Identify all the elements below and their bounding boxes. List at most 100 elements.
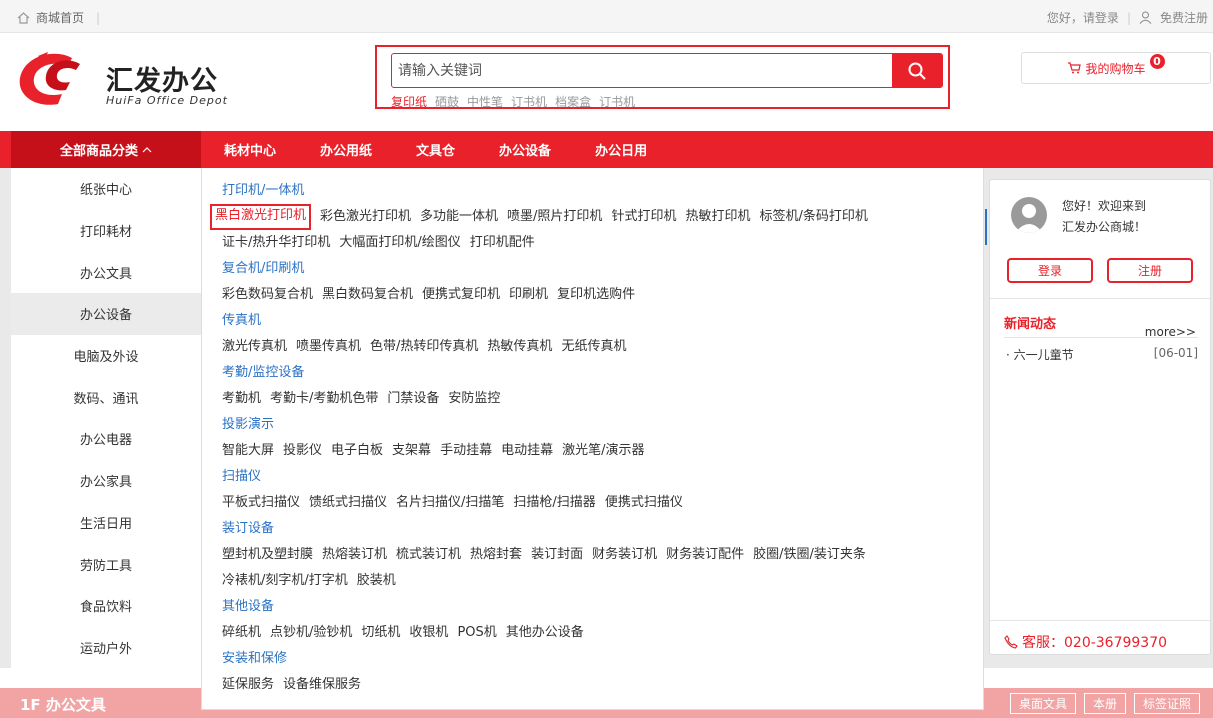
dropdown-item[interactable]: 便携式复印机 xyxy=(422,286,500,312)
sidebar-category-item[interactable]: 纸张中心 xyxy=(11,168,201,210)
dropdown-item[interactable]: 胶圈/铁圈/装订夹条 xyxy=(753,546,866,572)
dropdown-group-title[interactable]: 复合机/印刷机 xyxy=(222,260,983,286)
dropdown-item[interactable]: 财务装订机 xyxy=(592,546,657,572)
nav-link[interactable]: 办公设备 xyxy=(477,140,573,159)
sidebar-category-item[interactable]: 办公电器 xyxy=(11,418,201,460)
dropdown-group-title[interactable]: 投影演示 xyxy=(222,416,983,442)
hot-keyword[interactable]: 中性笔 xyxy=(467,93,503,110)
dropdown-item[interactable]: 安防监控 xyxy=(448,390,500,416)
dropdown-item[interactable]: 复印机选购件 xyxy=(557,286,635,312)
sidebar-category-item[interactable]: 劳防工具 xyxy=(11,543,201,585)
dropdown-item[interactable]: 名片扫描仪/扫描笔 xyxy=(396,494,504,520)
nav-link[interactable]: 办公用纸 xyxy=(298,140,394,159)
dropdown-item[interactable]: 其他办公设备 xyxy=(506,624,584,650)
dropdown-item[interactable]: 标签机/条码打印机 xyxy=(759,208,867,234)
dropdown-item[interactable]: 热熔装订机 xyxy=(322,546,387,572)
dropdown-item[interactable]: 电动挂幕 xyxy=(501,442,553,468)
dropdown-group-title[interactable]: 考勤/监控设备 xyxy=(222,364,983,390)
dropdown-item[interactable]: 塑封机及塑封膜 xyxy=(222,546,313,572)
sidebar-category-item[interactable]: 办公设备 xyxy=(11,293,201,335)
news-item[interactable]: · 六一儿童节 [06-01] xyxy=(1006,346,1198,363)
dropdown-item[interactable]: 彩色数码复合机 xyxy=(222,286,313,312)
dropdown-item[interactable]: 扫描枪/扫描器 xyxy=(513,494,595,520)
dropdown-item[interactable]: 热敏打印机 xyxy=(685,208,750,234)
dropdown-item[interactable]: 胶装机 xyxy=(357,572,396,598)
dropdown-item[interactable]: 便携式扫描仪 xyxy=(605,494,683,520)
dropdown-item[interactable]: 梳式装订机 xyxy=(396,546,461,572)
dropdown-item[interactable]: 设备维保服务 xyxy=(283,676,361,702)
dropdown-item[interactable]: 印刷机 xyxy=(509,286,548,312)
home-link[interactable]: 商城首页 | xyxy=(17,9,100,26)
hot-keyword[interactable]: 档案盒 xyxy=(555,93,591,110)
sidebar-category-item[interactable]: 办公文具 xyxy=(11,251,201,293)
dropdown-item[interactable]: 证卡/热升华打印机 xyxy=(222,234,330,260)
dropdown-item[interactable]: 大幅面打印机/绘图仪 xyxy=(339,234,460,260)
home-link-label[interactable]: 商城首页 xyxy=(36,9,84,26)
dropdown-item[interactable]: 针式打印机 xyxy=(611,208,676,234)
dropdown-item[interactable]: 多功能一体机 xyxy=(420,208,498,234)
dropdown-item[interactable]: 手动挂幕 xyxy=(440,442,492,468)
floor-tab[interactable]: 标签证照 xyxy=(1133,693,1200,714)
dropdown-item[interactable]: 碎纸机 xyxy=(222,624,261,650)
dropdown-item[interactable]: 冷裱机/刻字机/打字机 xyxy=(222,572,348,598)
dropdown-item[interactable]: 无纸传真机 xyxy=(561,338,626,364)
cart-button[interactable]: 我的购物车 0 xyxy=(1021,52,1211,84)
dropdown-item[interactable]: 切纸机 xyxy=(361,624,400,650)
dropdown-item[interactable]: 喷墨/照片打印机 xyxy=(507,208,602,234)
register-button[interactable]: 注册 xyxy=(1107,258,1193,283)
dropdown-item[interactable]: POS机 xyxy=(457,624,496,650)
sidebar-category-item[interactable]: 电脑及外设 xyxy=(11,335,201,377)
sidebar-category-item[interactable]: 数码、通讯 xyxy=(11,376,201,418)
dropdown-item[interactable]: 平板式扫描仪 xyxy=(222,494,300,520)
nav-link[interactable]: 文具仓 xyxy=(394,140,477,159)
dropdown-item[interactable]: 黑白激光打印机 xyxy=(210,204,312,230)
search-button[interactable] xyxy=(892,53,942,88)
dropdown-item[interactable]: 点钞机/验钞机 xyxy=(270,624,352,650)
hot-keyword[interactable]: 订书机 xyxy=(599,93,635,110)
dropdown-group-title[interactable]: 其他设备 xyxy=(222,598,983,624)
dropdown-item[interactable]: 考勤卡/考勤机色带 xyxy=(270,390,378,416)
sidebar-category-item[interactable]: 食品饮料 xyxy=(11,585,201,627)
dropdown-item[interactable]: 打印机配件 xyxy=(470,234,535,260)
dropdown-group-title[interactable]: 打印机/一体机 xyxy=(222,182,983,208)
dropdown-item[interactable]: 收银机 xyxy=(409,624,448,650)
dropdown-item[interactable]: 热敏传真机 xyxy=(487,338,552,364)
dropdown-group-title[interactable]: 扫描仪 xyxy=(222,468,983,494)
sidebar-category-item[interactable]: 打印耗材 xyxy=(11,210,201,252)
sidebar-category-item[interactable]: 办公家具 xyxy=(11,460,201,502)
login-link[interactable]: 请登录 xyxy=(1083,11,1119,25)
dropdown-item[interactable]: 激光传真机 xyxy=(222,338,287,364)
sidebar-category-item[interactable]: 运动户外 xyxy=(11,627,201,669)
nav-link[interactable]: 办公日用 xyxy=(573,140,669,159)
search-input[interactable] xyxy=(392,54,890,87)
dropdown-item[interactable]: 智能大屏 xyxy=(222,442,274,468)
dropdown-group-title[interactable]: 装订设备 xyxy=(222,520,983,546)
site-logo[interactable]: 汇发办公 HuiFa Office Depot xyxy=(14,50,234,112)
dropdown-item[interactable]: 激光笔/演示器 xyxy=(562,442,644,468)
dropdown-group-title[interactable]: 传真机 xyxy=(222,312,983,338)
dropdown-item[interactable]: 馈纸式扫描仪 xyxy=(309,494,387,520)
dropdown-item[interactable]: 装订封面 xyxy=(531,546,583,572)
dropdown-item[interactable]: 电子白板 xyxy=(331,442,383,468)
floor-tab[interactable]: 本册 xyxy=(1083,693,1126,714)
hot-keyword[interactable]: 硒鼓 xyxy=(435,93,459,110)
hot-keyword[interactable]: 复印纸 xyxy=(391,93,427,110)
all-categories-button[interactable]: 全部商品分类 xyxy=(11,131,201,168)
dropdown-item[interactable]: 黑白数码复合机 xyxy=(322,286,413,312)
dropdown-item[interactable]: 热熔封套 xyxy=(470,546,522,572)
dropdown-item[interactable]: 投影仪 xyxy=(283,442,322,468)
dropdown-item[interactable]: 色带/热转印传真机 xyxy=(370,338,478,364)
hot-keyword[interactable]: 订书机 xyxy=(511,93,547,110)
register-link[interactable]: 免费注册 xyxy=(1160,9,1208,26)
dropdown-item[interactable]: 财务装订配件 xyxy=(666,546,744,572)
nav-link[interactable]: 耗材中心 xyxy=(202,140,298,159)
dropdown-item[interactable]: 喷墨传真机 xyxy=(296,338,361,364)
dropdown-item[interactable]: 延保服务 xyxy=(222,676,274,702)
dropdown-group-title[interactable]: 安装和保修 xyxy=(222,650,983,676)
dropdown-item[interactable]: 门禁设备 xyxy=(387,390,439,416)
dropdown-item[interactable]: 彩色激光打印机 xyxy=(320,208,411,234)
login-button[interactable]: 登录 xyxy=(1007,258,1093,283)
dropdown-item[interactable]: 支架幕 xyxy=(392,442,431,468)
dropdown-item[interactable]: 考勤机 xyxy=(222,390,261,416)
floor-tab[interactable]: 桌面文具 xyxy=(1009,693,1076,714)
